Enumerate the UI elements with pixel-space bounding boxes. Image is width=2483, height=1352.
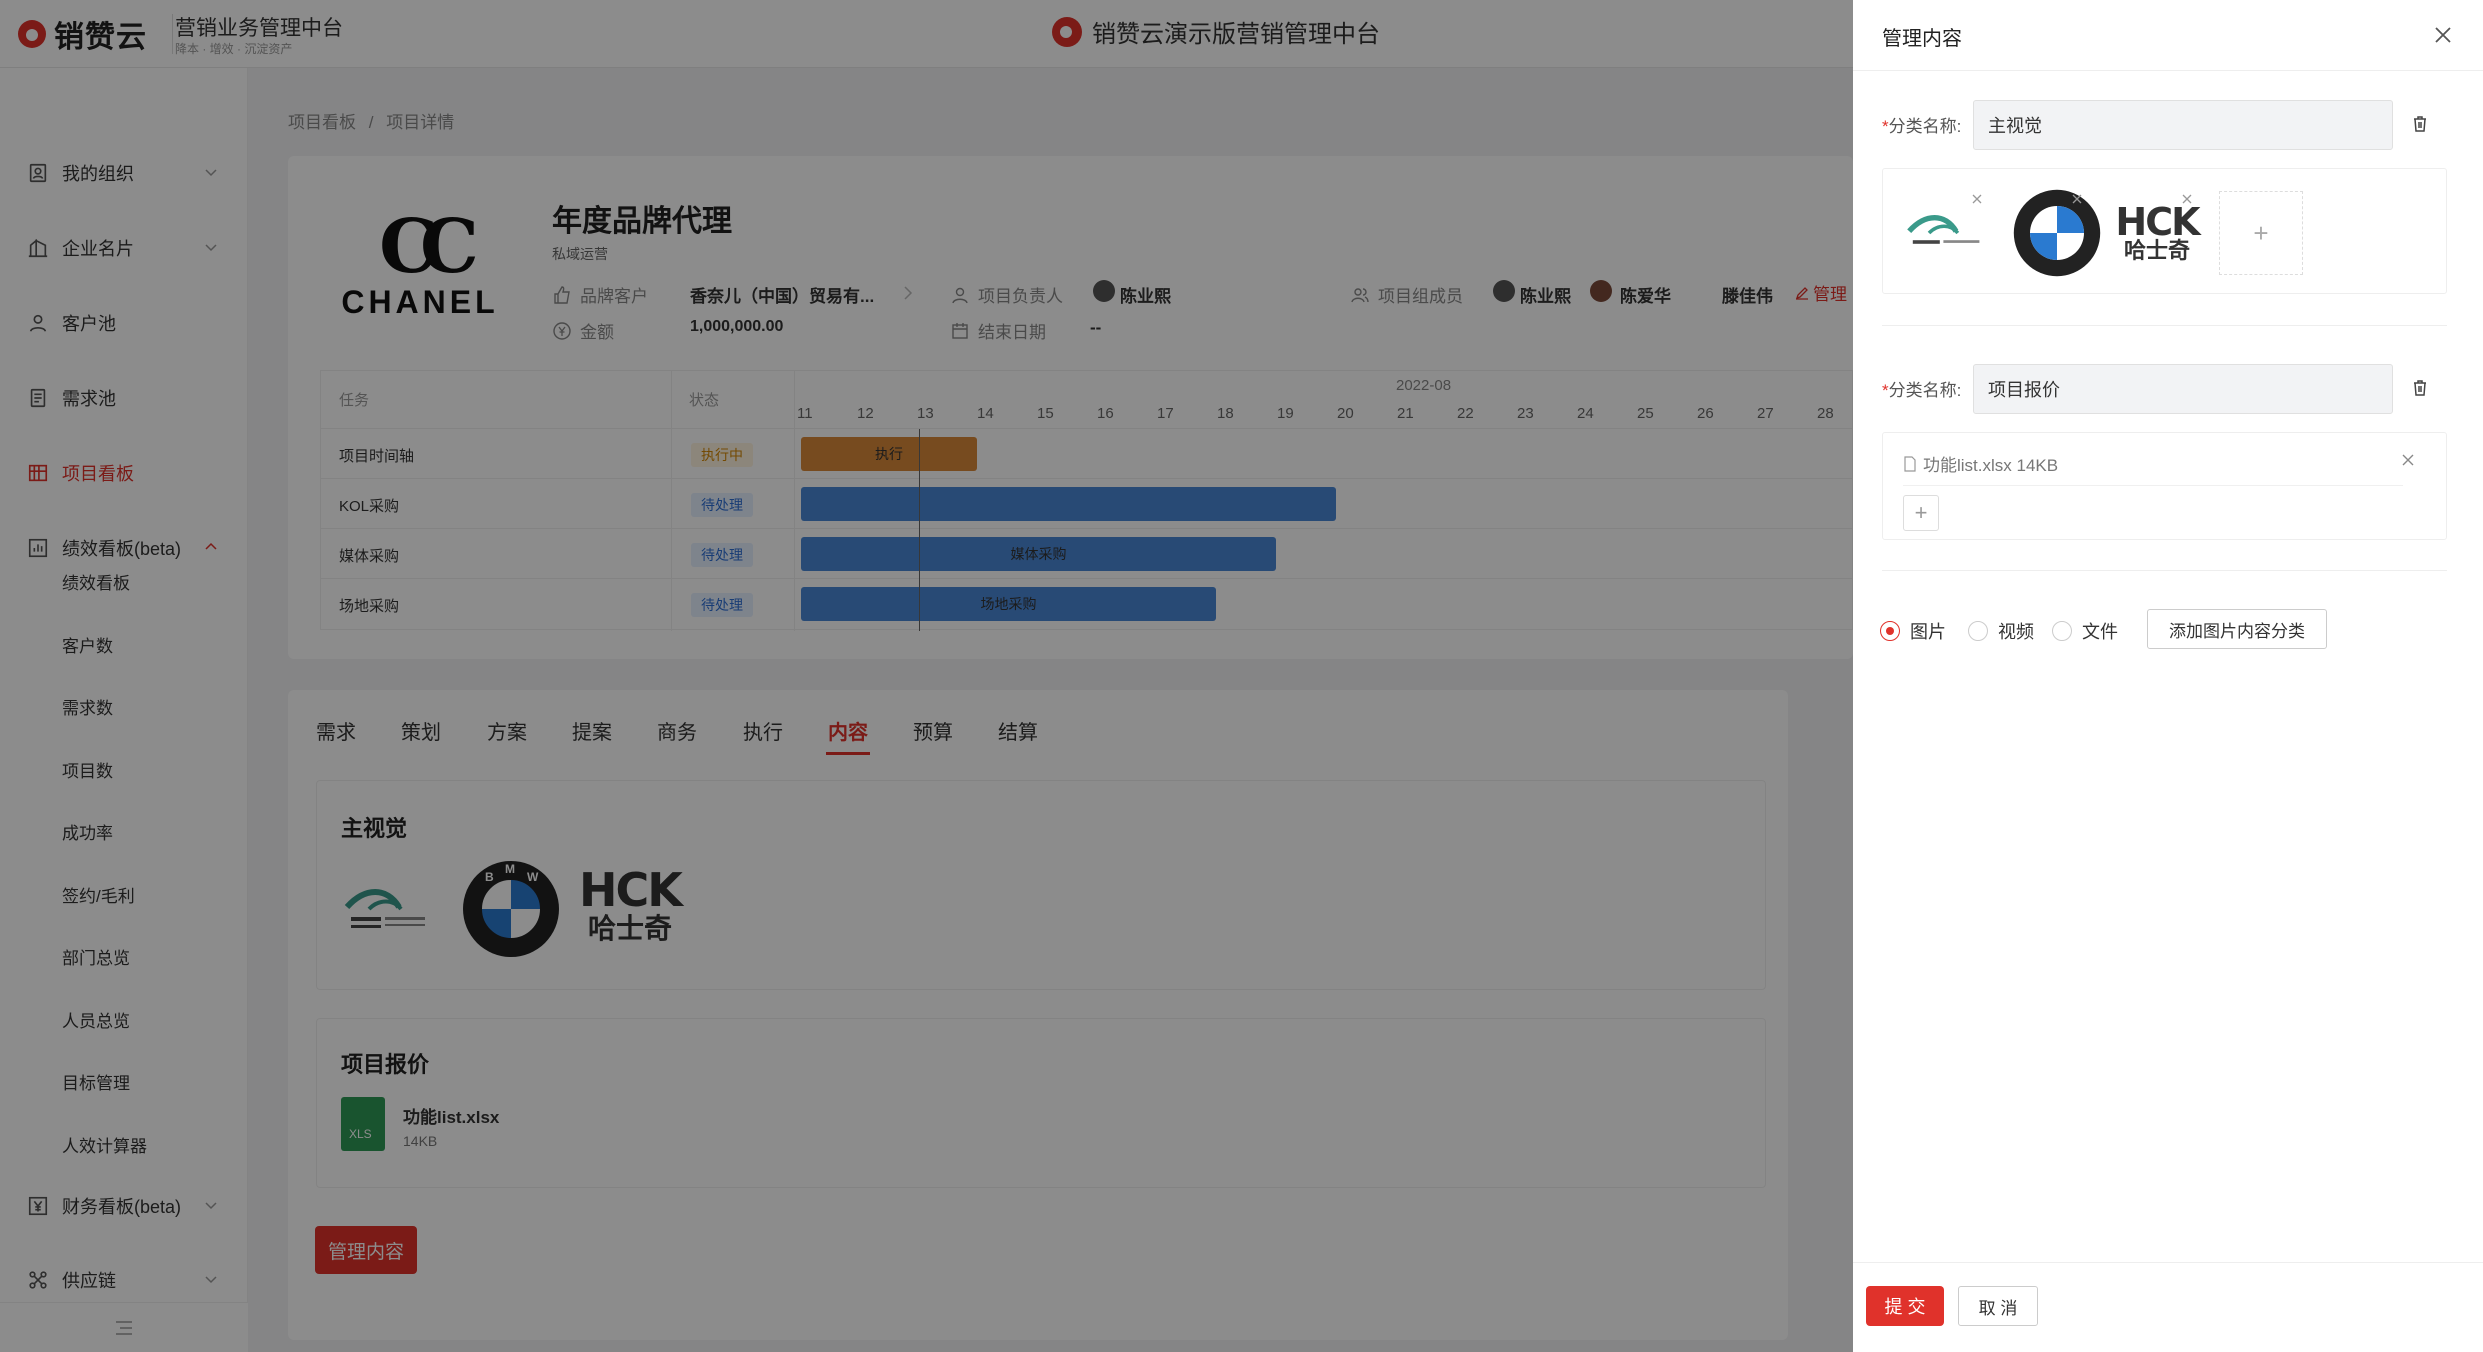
uploaded-file-item[interactable]: 功能list.xlsx 14KB — [1903, 451, 2058, 476]
remove-image-icon[interactable] — [2071, 193, 2083, 205]
radio-dot — [1968, 621, 1988, 641]
drawer-divider — [1853, 70, 2483, 71]
drawer-title: 管理内容 — [1882, 28, 1962, 50]
bmw-logo-icon — [2013, 189, 2101, 277]
category-name-input[interactable]: 项目报价 — [1973, 364, 2393, 414]
remove-image-icon[interactable] — [1971, 193, 1983, 205]
category-label: *分类名称: — [1882, 381, 1962, 400]
remove-image-icon[interactable] — [2181, 193, 2193, 205]
category-name-input[interactable]: 主视觉 — [1973, 100, 2393, 150]
submit-button[interactable]: 提 交 — [1866, 1286, 1944, 1326]
divider — [1882, 570, 2447, 571]
file-icon — [1904, 455, 1916, 472]
radio-file[interactable]: 文件 — [2052, 618, 2118, 644]
divider — [1882, 325, 2447, 326]
trash-icon[interactable] — [2410, 114, 2430, 134]
cancel-button[interactable]: 取 消 — [1958, 1286, 2038, 1326]
radio-video[interactable]: 视频 — [1968, 618, 2034, 644]
drawer-footer-divider — [1853, 1262, 2483, 1263]
trash-icon[interactable] — [2410, 378, 2430, 398]
add-file-button[interactable]: + — [1903, 495, 1939, 531]
divider — [1903, 485, 2403, 486]
image-upload-list: HCK 哈士奇 + — [1882, 168, 2447, 294]
radio-image[interactable]: 图片 — [1880, 618, 1946, 644]
hck-logo-text: HCK — [2115, 200, 2200, 244]
radio-dot — [2052, 621, 2072, 641]
category-label: *分类名称: — [1882, 117, 1962, 136]
uploaded-image-bmw[interactable] — [2007, 183, 2107, 283]
radio-dot — [1880, 621, 1900, 641]
modal-mask[interactable] — [0, 0, 1853, 1352]
remove-file-icon[interactable] — [2401, 453, 2415, 467]
add-image-button[interactable]: + — [2219, 191, 2303, 275]
add-category-button[interactable]: 添加图片内容分类 — [2147, 609, 2327, 649]
file-upload-list: 功能list.xlsx 14KB + — [1882, 432, 2447, 540]
close-icon[interactable] — [2432, 24, 2454, 46]
hck-logo-sub: 哈士奇 — [2123, 239, 2190, 264]
